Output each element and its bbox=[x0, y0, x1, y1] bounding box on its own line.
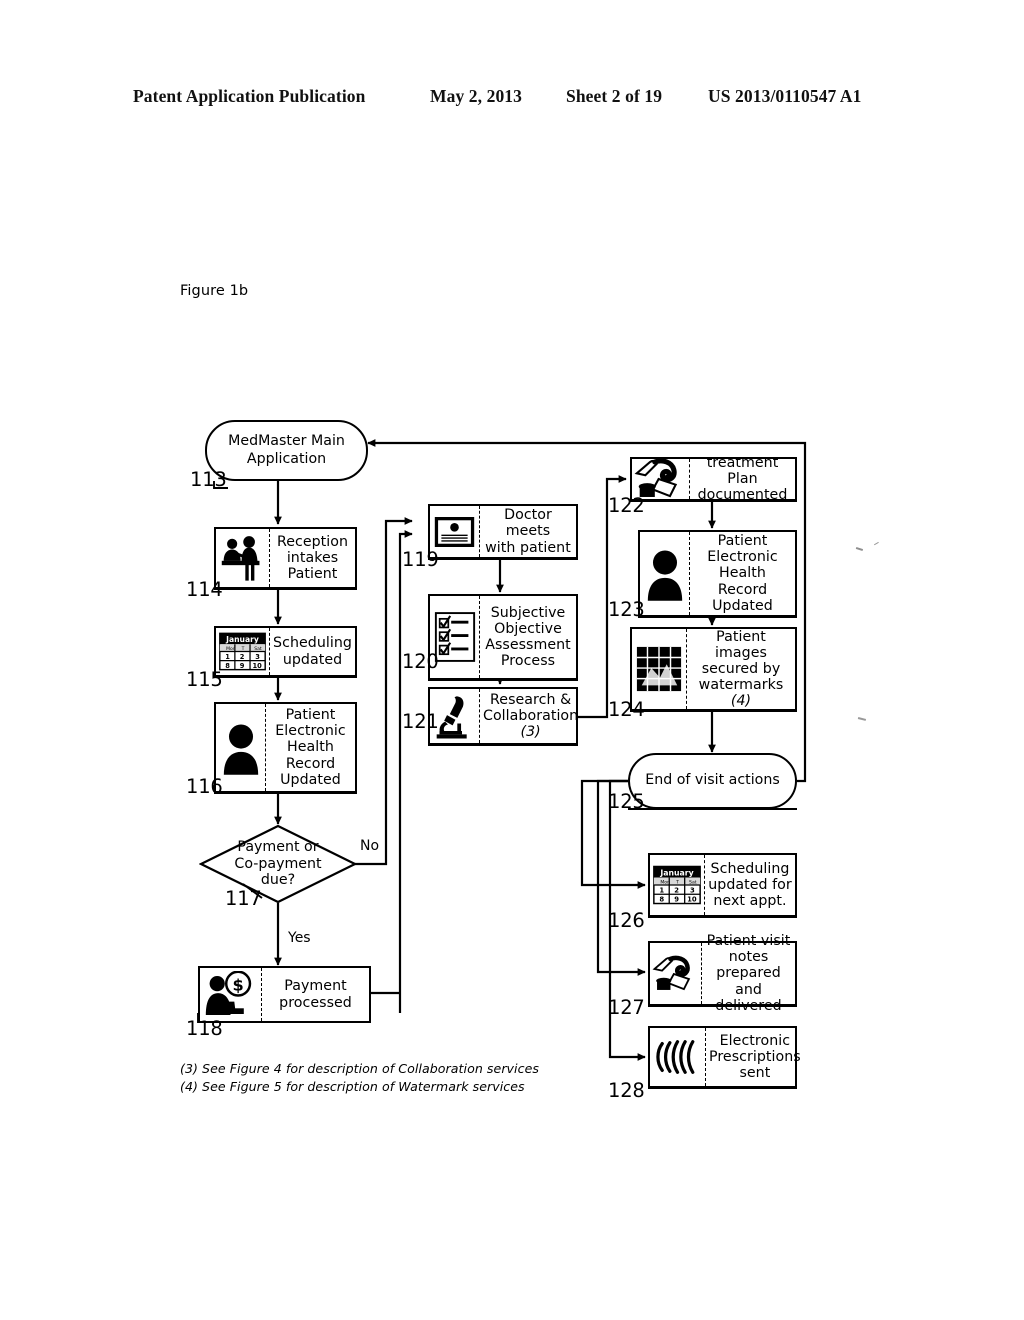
footnote-4: (4) See Figure 5 for description of Wate… bbox=[180, 1079, 525, 1095]
reference-leader-lines bbox=[197, 481, 797, 1089]
footnote-3: (3) See Figure 4 for description of Coll… bbox=[180, 1061, 539, 1076]
flowchart-diagram: MedMaster Main Application 113 Reception… bbox=[0, 0, 1024, 1320]
figure-footnotes: (3) See Figure 4 for description of Coll… bbox=[180, 1060, 539, 1097]
